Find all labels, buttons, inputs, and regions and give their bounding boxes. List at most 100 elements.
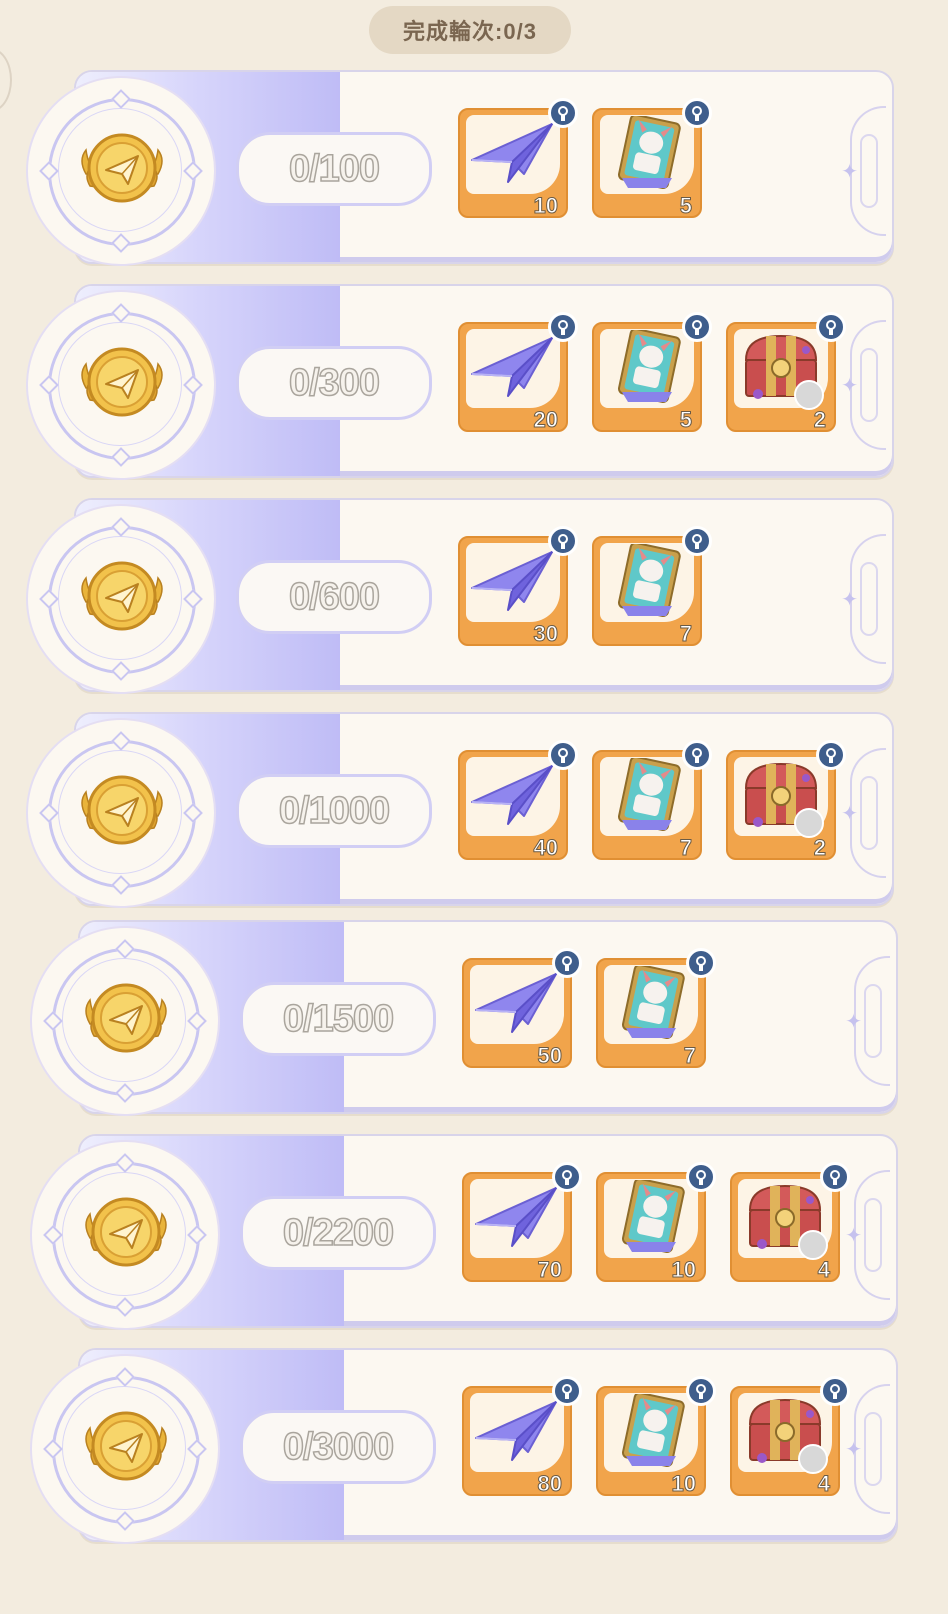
reward-item-character-card[interactable]: 5 — [592, 98, 712, 219]
reward-item-paper-plane[interactable]: 80 — [462, 1376, 582, 1497]
paper-plane-icon — [471, 765, 553, 825]
lock-icon — [548, 98, 578, 128]
sparkle-icon: ✦ — [845, 1225, 862, 1247]
lock-icon — [552, 1376, 582, 1406]
tier-progress-label: 0/3000 — [240, 1410, 436, 1484]
gold-plane-coin-icon — [85, 1197, 167, 1267]
reward-quantity: 50 — [537, 1043, 563, 1069]
reward-quantity: 5 — [679, 407, 692, 433]
reward-quantity: 7 — [679, 835, 692, 861]
reward-item-paper-plane[interactable]: 10 — [458, 98, 578, 219]
reward-item-character-card[interactable]: 7 — [596, 948, 716, 1069]
reward-tier-row-4: ✦ 0/1000 40 7 2 — [28, 712, 894, 906]
lock-icon — [682, 312, 712, 342]
reward-item-treasure-chest[interactable]: 2 — [726, 740, 846, 861]
reward-tier-row-6: ✦ 0/2200 70 10 4 — [32, 1134, 898, 1328]
reward-item-paper-plane[interactable]: 40 — [458, 740, 578, 861]
reward-quantity: 10 — [671, 1471, 697, 1497]
lock-icon — [682, 98, 712, 128]
reward-item-treasure-chest[interactable]: 4 — [730, 1162, 850, 1283]
tier-progress-label: 0/300 — [236, 346, 432, 420]
reward-quantity: 2 — [813, 835, 826, 861]
gold-plane-coin-icon — [81, 133, 163, 203]
silver-coin-icon — [798, 1230, 828, 1260]
reward-item-paper-plane[interactable]: 50 — [462, 948, 582, 1069]
lock-icon — [686, 1162, 716, 1192]
reward-tier-row-3: ✦ 0/600 30 7 — [28, 498, 894, 692]
paper-plane-icon — [475, 973, 557, 1033]
tier-medal — [28, 292, 214, 478]
paper-plane-icon — [475, 1401, 557, 1461]
sparkle-icon: ✦ — [845, 1439, 862, 1461]
gold-plane-coin-icon — [81, 347, 163, 417]
reward-tier-row-1: ✦ 0/100 10 5 — [28, 70, 894, 264]
tier-progress-label: 0/2200 — [240, 1196, 436, 1270]
reward-items: 50 7 — [462, 948, 716, 1069]
reward-item-treasure-chest[interactable]: 2 — [726, 312, 846, 433]
reward-quantity: 40 — [533, 835, 559, 861]
reward-item-character-card[interactable]: 7 — [592, 740, 712, 861]
gold-plane-coin-icon — [81, 561, 163, 631]
reward-items: 40 7 2 — [458, 740, 846, 861]
sparkle-icon: ✦ — [841, 375, 858, 397]
sparkle-icon: ✦ — [841, 161, 858, 183]
lock-icon — [552, 1162, 582, 1192]
reward-quantity: 30 — [533, 621, 559, 647]
reward-items: 10 5 — [458, 98, 712, 219]
reward-quantity: 20 — [533, 407, 559, 433]
tier-medal — [32, 1356, 218, 1542]
lock-icon — [816, 312, 846, 342]
paper-plane-icon — [475, 1187, 557, 1247]
reward-item-paper-plane[interactable]: 70 — [462, 1162, 582, 1283]
paper-plane-icon — [471, 337, 553, 397]
gold-plane-coin-icon — [81, 775, 163, 845]
reward-item-character-card[interactable]: 7 — [592, 526, 712, 647]
gold-plane-coin-icon — [85, 1411, 167, 1481]
lock-icon — [548, 312, 578, 342]
reward-items: 80 10 4 — [462, 1376, 850, 1497]
character-card-icon — [621, 966, 685, 1040]
reward-item-character-card[interactable]: 10 — [596, 1376, 716, 1497]
reward-tier-row-2: ✦ 0/300 20 5 2 — [28, 284, 894, 478]
reward-items: 20 5 2 — [458, 312, 846, 433]
reward-quantity: 10 — [533, 193, 559, 219]
reward-quantity: 5 — [679, 193, 692, 219]
completed-rounds-label: 完成輪次:0/3 — [369, 6, 571, 54]
sparkle-icon: ✦ — [845, 1011, 862, 1033]
reward-item-treasure-chest[interactable]: 4 — [730, 1376, 850, 1497]
lock-icon — [548, 526, 578, 556]
tier-progress-label: 0/1000 — [236, 774, 432, 848]
lock-icon — [820, 1376, 850, 1406]
lock-icon — [686, 1376, 716, 1406]
lock-icon — [816, 740, 846, 770]
reward-items: 70 10 4 — [462, 1162, 850, 1283]
reward-item-character-card[interactable]: 5 — [592, 312, 712, 433]
character-card-icon — [621, 1394, 685, 1468]
reward-tier-row-7: ✦ 0/3000 80 10 4 — [32, 1348, 898, 1542]
lock-icon — [820, 1162, 850, 1192]
character-card-icon — [617, 330, 681, 404]
reward-tier-row-5: ✦ 0/1500 50 7 — [32, 920, 898, 1114]
reward-item-paper-plane[interactable]: 30 — [458, 526, 578, 647]
lock-icon — [682, 526, 712, 556]
reward-item-character-card[interactable]: 10 — [596, 1162, 716, 1283]
character-card-icon — [617, 116, 681, 190]
reward-quantity: 2 — [813, 407, 826, 433]
reward-quantity: 4 — [817, 1471, 830, 1497]
tier-progress-label: 0/1500 — [240, 982, 436, 1056]
character-card-icon — [617, 758, 681, 832]
sparkle-icon: ✦ — [841, 589, 858, 611]
reward-quantity: 7 — [683, 1043, 696, 1069]
character-card-icon — [621, 1180, 685, 1254]
reward-quantity: 4 — [817, 1257, 830, 1283]
tier-medal — [28, 720, 214, 906]
reward-items: 30 7 — [458, 526, 712, 647]
tier-progress-label: 0/100 — [236, 132, 432, 206]
reward-item-paper-plane[interactable]: 20 — [458, 312, 578, 433]
tier-medal — [32, 1142, 218, 1328]
reward-quantity: 7 — [679, 621, 692, 647]
silver-coin-icon — [798, 1444, 828, 1474]
paper-plane-icon — [471, 551, 553, 611]
lock-icon — [686, 948, 716, 978]
sparkle-icon: ✦ — [841, 803, 858, 825]
